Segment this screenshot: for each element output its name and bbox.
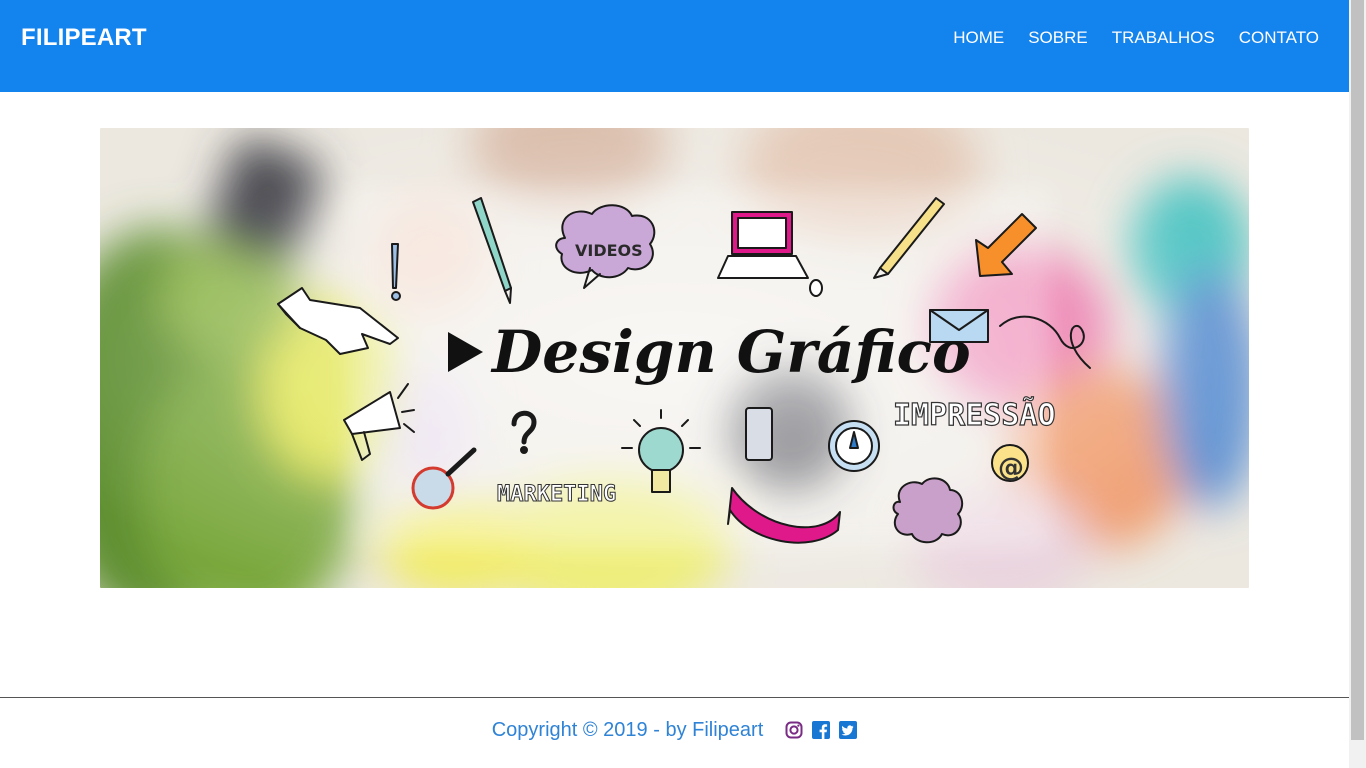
at-sign-label: @ bbox=[998, 453, 1024, 483]
social-links bbox=[785, 721, 858, 739]
nav-home-link[interactable]: HOME bbox=[953, 28, 1004, 48]
hero-banner-image: VIDEOS IMPRESSÃO MARKETING @ Design Gráf… bbox=[100, 128, 1249, 588]
page: FILIPEART HOME SOBRE TRABALHOS CONTATO V… bbox=[0, 0, 1349, 768]
marketing-label: MARKETING bbox=[497, 482, 616, 507]
brand-logo[interactable]: FILIPEART bbox=[21, 24, 147, 52]
banner-title: Design Gráfico bbox=[490, 318, 971, 386]
videos-label: VIDEOS bbox=[575, 241, 643, 260]
nav-sobre-link[interactable]: SOBRE bbox=[1028, 28, 1088, 48]
main-nav: HOME SOBRE TRABALHOS CONTATO bbox=[953, 28, 1319, 48]
twitter-icon[interactable] bbox=[839, 721, 858, 739]
nav-contato-link[interactable]: CONTATO bbox=[1239, 28, 1319, 48]
top-navbar: FILIPEART HOME SOBRE TRABALHOS CONTATO bbox=[0, 0, 1349, 92]
footer: Copyright © 2019 - by Filipeart bbox=[0, 698, 1349, 768]
instagram-icon[interactable] bbox=[785, 721, 803, 739]
facebook-icon[interactable] bbox=[812, 721, 831, 739]
nav-trabalhos-link[interactable]: TRABALHOS bbox=[1112, 28, 1215, 48]
copyright-text: Copyright © 2019 - by Filipeart bbox=[491, 718, 764, 741]
scrollbar-thumb[interactable] bbox=[1351, 0, 1364, 740]
banner-illustration: VIDEOS IMPRESSÃO MARKETING @ Design Gráf… bbox=[100, 128, 1249, 588]
impressao-label: IMPRESSÃO bbox=[893, 396, 1056, 433]
vertical-scrollbar[interactable] bbox=[1349, 0, 1366, 768]
